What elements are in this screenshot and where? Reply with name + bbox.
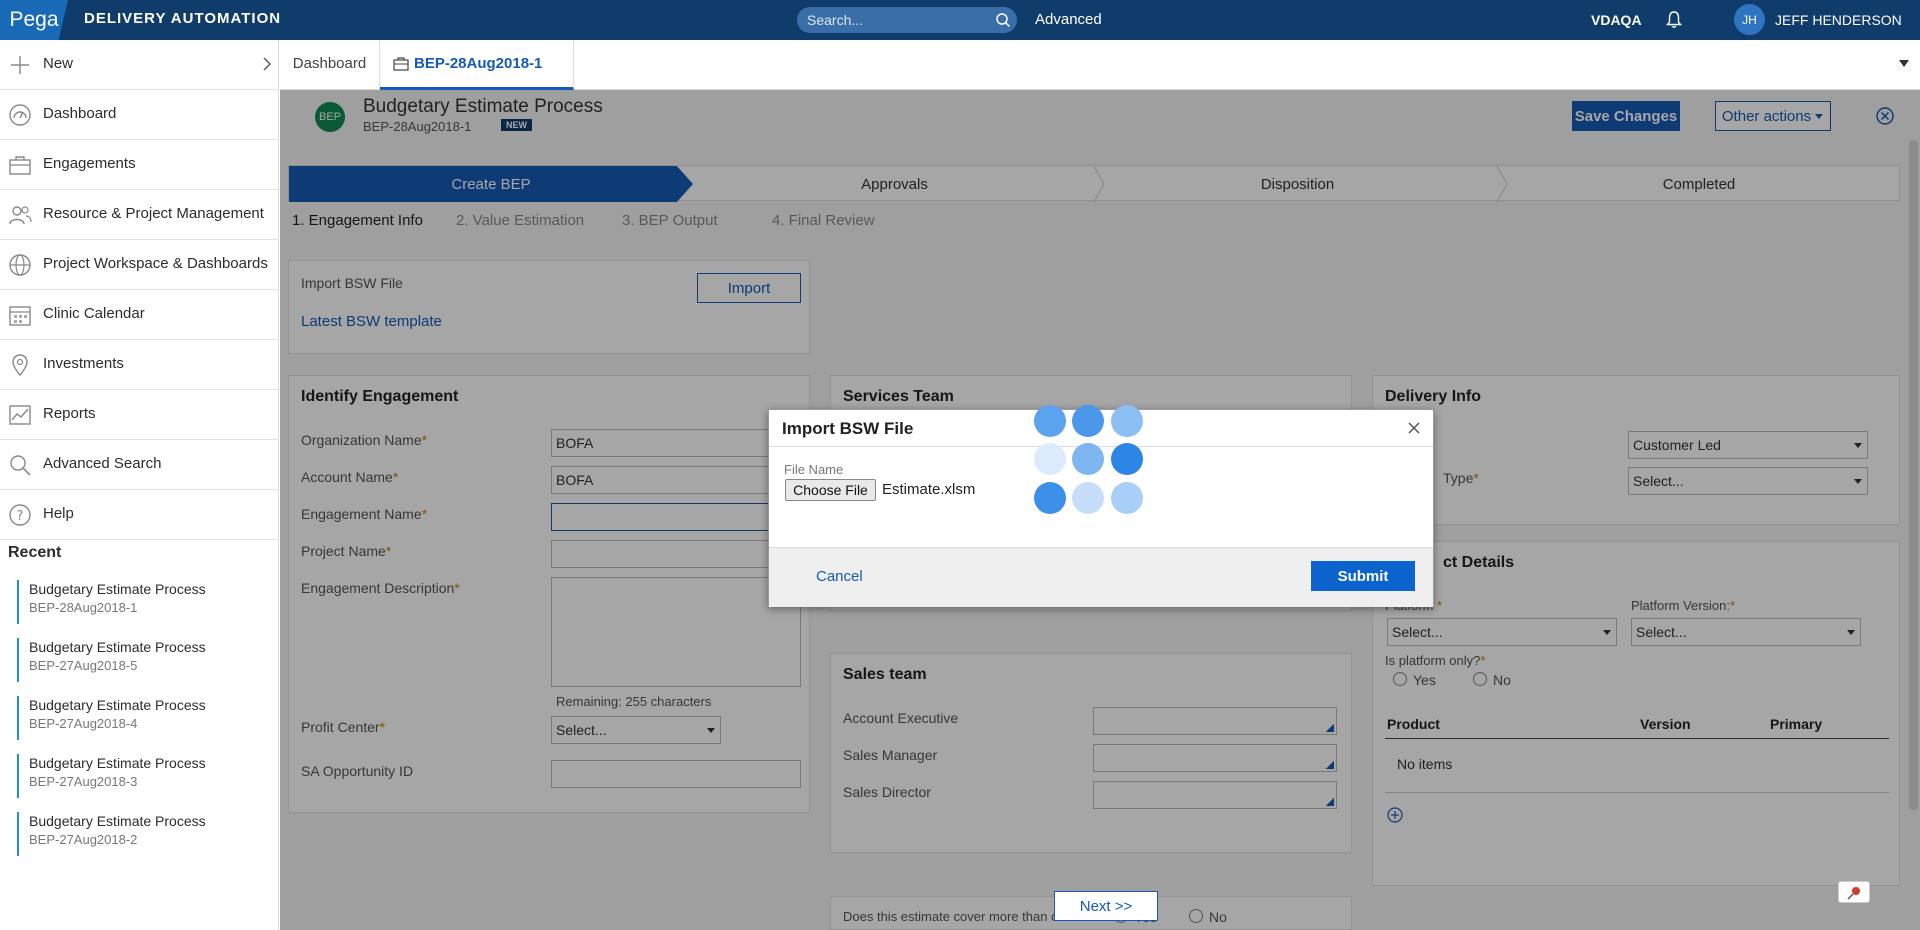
submit-button[interactable]: Submit <box>1311 561 1415 591</box>
pega-logo[interactable]: Pega <box>0 0 68 40</box>
tab-dashboard[interactable]: Dashboard <box>280 40 380 90</box>
recent-item[interactable]: Budgetary Estimate Process BEP-27Aug2018… <box>17 638 267 682</box>
sidebar-item-resource-project[interactable]: Resource & Project Management <box>0 190 279 240</box>
users-icon <box>9 206 32 225</box>
tab-bar: Dashboard BEP-28Aug2018-1 <box>280 40 1920 90</box>
recent-item[interactable]: Budgetary Estimate Process BEP-27Aug2018… <box>17 754 267 798</box>
recent-item-id: BEP-28Aug2018-1 <box>29 600 138 615</box>
sidebar-item-label: Reports <box>43 405 96 422</box>
search-box <box>797 7 1017 33</box>
search-icon[interactable] <box>995 12 1011 28</box>
sidebar-item-clinic-calendar[interactable]: Clinic Calendar <box>0 290 279 340</box>
file-name-label: File Name <box>784 462 844 477</box>
spinner-dot <box>1072 443 1104 475</box>
recent-item[interactable]: Budgetary Estimate Process BEP-28Aug2018… <box>17 580 267 624</box>
spinner-dot <box>1111 405 1143 437</box>
spinner-dot <box>1072 405 1104 437</box>
sidebar-item-investments[interactable]: Investments <box>0 340 279 390</box>
close-icon[interactable] <box>1407 421 1421 435</box>
search-icon <box>10 455 31 476</box>
loading-spinner-icon <box>1034 405 1146 514</box>
org-name[interactable]: VDAQA <box>1591 12 1642 28</box>
sidebar-item-label: Help <box>43 505 74 522</box>
chevron-down-icon[interactable] <box>1898 58 1910 68</box>
plus-icon <box>11 56 29 74</box>
search-input[interactable] <box>797 7 987 33</box>
recent-item-title: Budgetary Estimate Process <box>29 639 206 655</box>
recent-item-title: Budgetary Estimate Process <box>29 813 206 829</box>
sidebar-item-label: Project Workspace & Dashboards <box>43 255 268 272</box>
tab-case[interactable]: BEP-28Aug2018-1 <box>380 40 574 90</box>
spinner-dot <box>1111 482 1143 514</box>
sidebar-item-help[interactable]: ? Help <box>0 490 279 540</box>
sidebar-item-label: Resource & Project Management <box>43 205 264 222</box>
sidebar-item-new[interactable]: New <box>0 40 279 90</box>
spinner-dot <box>1034 443 1066 475</box>
tab-case-label: BEP-28Aug2018-1 <box>414 55 543 72</box>
spinner-dot <box>1034 482 1066 514</box>
bell-icon[interactable] <box>1666 11 1682 29</box>
sidebar-item-engagements[interactable]: Engagements <box>0 140 279 190</box>
sidebar-item-dashboard[interactable]: Dashboard <box>0 90 279 140</box>
sidebar-item-label: Clinic Calendar <box>43 305 145 322</box>
calendar-icon <box>9 306 31 326</box>
sidebar-item-project-workspace[interactable]: Project Workspace & Dashboards <box>0 240 279 290</box>
sidebar-item-reports[interactable]: Reports <box>0 390 279 440</box>
globe-icon <box>9 254 31 276</box>
chart-icon <box>9 405 31 425</box>
recent-item[interactable]: Budgetary Estimate Process BEP-27Aug2018… <box>17 812 267 856</box>
sidebar-item-label: Investments <box>43 355 124 372</box>
briefcase-icon <box>393 57 409 71</box>
recent-item-title: Budgetary Estimate Process <box>29 697 206 713</box>
advanced-search-link[interactable]: Advanced <box>1035 11 1102 28</box>
spinner-dot <box>1111 443 1143 475</box>
choose-file-button[interactable]: Choose File <box>785 479 876 501</box>
recent-item-title: Budgetary Estimate Process <box>29 581 206 597</box>
recent-item-id: BEP-27Aug2018-2 <box>29 832 138 847</box>
next-button[interactable]: Next >> <box>1054 891 1158 921</box>
app-title: DELIVERY AUTOMATION <box>84 10 282 27</box>
recent-item-id: BEP-27Aug2018-3 <box>29 774 138 789</box>
recent-item-id: BEP-27Aug2018-4 <box>29 716 138 731</box>
recent-heading: Recent <box>8 544 62 561</box>
sidebar: New Dashboard Engagements Resource & Pro… <box>0 40 279 930</box>
spinner-dot <box>1034 405 1066 437</box>
location-pin-icon <box>12 354 28 377</box>
gauge-icon <box>9 104 31 126</box>
sidebar-item-label: Engagements <box>43 155 136 172</box>
briefcase-icon <box>9 156 31 175</box>
top-bar: Pega DELIVERY AUTOMATION Advanced VDAQA … <box>0 0 1920 40</box>
dialog-title: Import BSW File <box>782 419 914 438</box>
user-name[interactable]: JEFF HENDERSON <box>1775 12 1902 28</box>
chevron-right-icon <box>263 57 271 71</box>
cancel-button[interactable]: Cancel <box>816 568 863 585</box>
pushpin-glyph <box>1847 887 1860 900</box>
sidebar-item-label: New <box>43 55 74 72</box>
spinner-dot <box>1072 482 1104 514</box>
recent-item[interactable]: Budgetary Estimate Process BEP-27Aug2018… <box>17 696 267 740</box>
sidebar-item-advanced-search[interactable]: Advanced Search <box>0 440 279 490</box>
recent-item-title: Budgetary Estimate Process <box>29 755 206 771</box>
selected-file-name: Estimate.xlsm <box>882 481 976 498</box>
dialog-footer: Cancel Submit <box>769 547 1433 607</box>
sidebar-item-label: Advanced Search <box>43 455 162 472</box>
avatar[interactable]: JH <box>1734 4 1765 35</box>
recent-item-id: BEP-27Aug2018-5 <box>29 658 138 673</box>
svg-text:?: ? <box>17 509 24 524</box>
help-icon: ? <box>9 504 31 526</box>
pin-icon[interactable] <box>1838 881 1870 903</box>
sidebar-item-label: Dashboard <box>43 105 117 122</box>
